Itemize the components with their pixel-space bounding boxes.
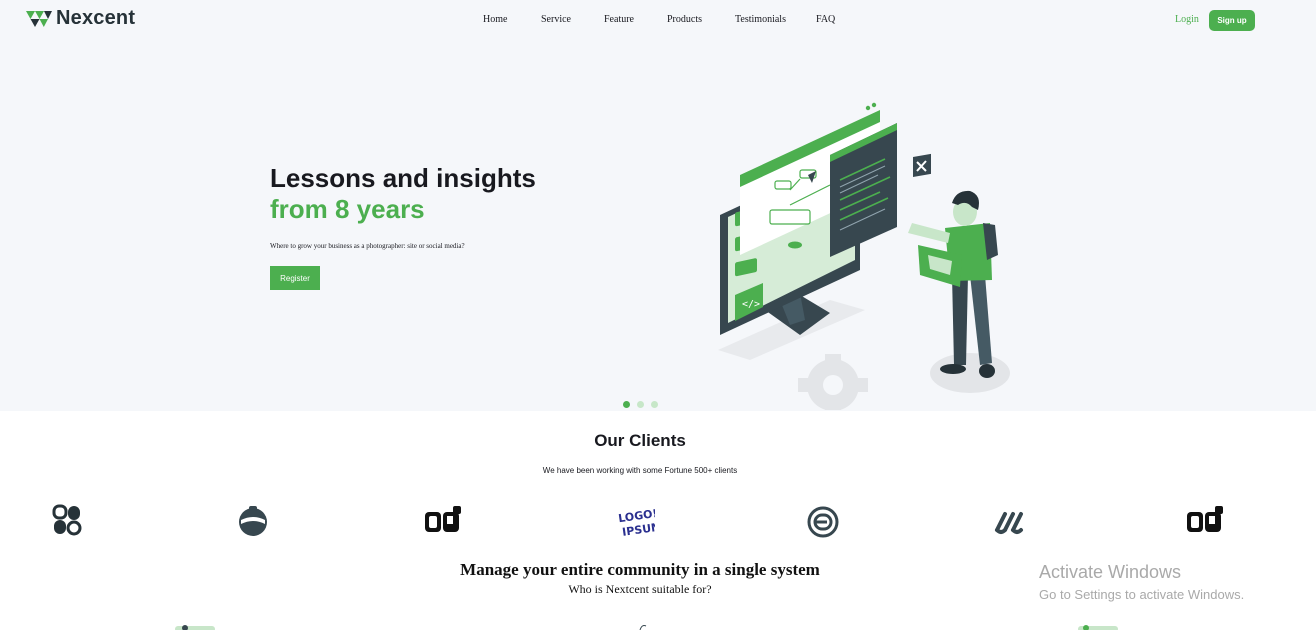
card-icon-peek <box>1078 625 1118 630</box>
nexcent-logo-icon <box>26 10 52 27</box>
carousel-dot-3[interactable] <box>651 401 658 408</box>
card-icon-peek <box>175 625 215 630</box>
svg-text:</>: </> <box>742 299 760 310</box>
login-link[interactable]: Login <box>1175 14 1199 25</box>
windows-watermark-subtitle: Go to Settings to activate Windows. <box>1039 587 1245 602</box>
nav-faq[interactable]: FAQ <box>816 14 835 25</box>
client-logo-2-icon <box>239 506 267 536</box>
client-logo-3-icon <box>425 506 461 532</box>
hero-subtitle: Where to grow your business as a photogr… <box>270 242 465 250</box>
signup-button[interactable]: Sign up <box>1209 10 1255 31</box>
carousel-dot-2[interactable] <box>637 401 644 408</box>
client-logo-4-icon: LOGO! IPSUM <box>617 507 655 539</box>
client-logo-5-icon <box>807 506 839 538</box>
hero-illustration: </> <box>718 102 1010 410</box>
nav-service[interactable]: Service <box>541 14 604 25</box>
main-nav: Home Service Feature Products Testimonia… <box>483 14 835 25</box>
client-logo-1-icon <box>52 504 82 536</box>
close-icon <box>913 153 931 177</box>
card-icon-peek <box>639 625 647 630</box>
client-logo-7-icon <box>1187 506 1223 532</box>
carousel-dot-1[interactable] <box>623 401 630 408</box>
windows-watermark-title: Activate Windows <box>1039 562 1182 582</box>
carousel-dots <box>623 401 658 408</box>
nav-home[interactable]: Home <box>483 14 541 25</box>
hero-section <box>0 0 1316 411</box>
nav-testimonials[interactable]: Testimonials <box>735 14 816 25</box>
nav-products[interactable]: Products <box>667 14 735 25</box>
nav-feature[interactable]: Feature <box>604 14 667 25</box>
hero-title: Lessons and insights <box>270 163 536 193</box>
brand-name: Nexcent <box>56 7 136 29</box>
clients-title: Our Clients <box>594 431 686 450</box>
clients-subtitle: We have been working with some Fortune 5… <box>542 466 738 475</box>
register-button[interactable]: Register <box>270 266 320 290</box>
hero-title-accent: from 8 years <box>270 194 425 224</box>
brand-logo[interactable]: Nexcent <box>26 7 135 30</box>
client-logo-6-icon <box>995 512 1023 534</box>
